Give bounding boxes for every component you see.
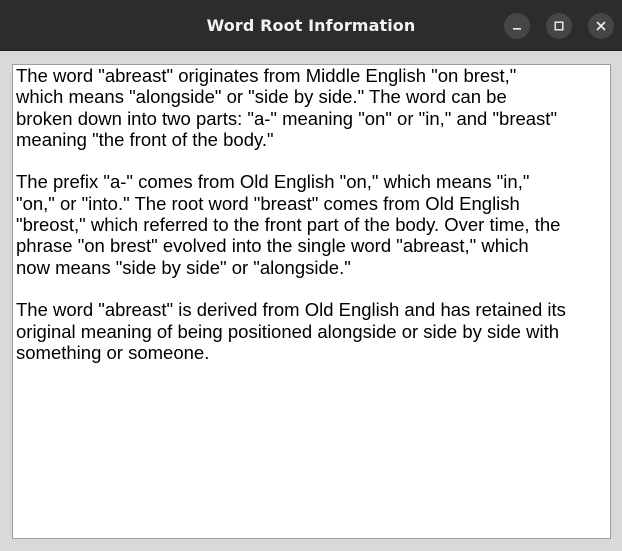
text-area-frame[interactable]: The word "abreast" originates from Middl…	[12, 64, 611, 539]
maximize-button[interactable]	[546, 13, 572, 39]
minimize-button[interactable]	[504, 13, 530, 39]
close-icon	[595, 20, 607, 32]
maximize-icon	[553, 20, 565, 32]
app-window: Word Root Information The word "abreast"…	[0, 0, 622, 551]
close-button[interactable]	[588, 13, 614, 39]
minimize-icon	[511, 20, 523, 32]
window-bottom-strip	[0, 539, 622, 551]
title-bar[interactable]: Word Root Information	[0, 0, 622, 51]
word-root-text[interactable]: The word "abreast" originates from Middl…	[16, 65, 608, 536]
